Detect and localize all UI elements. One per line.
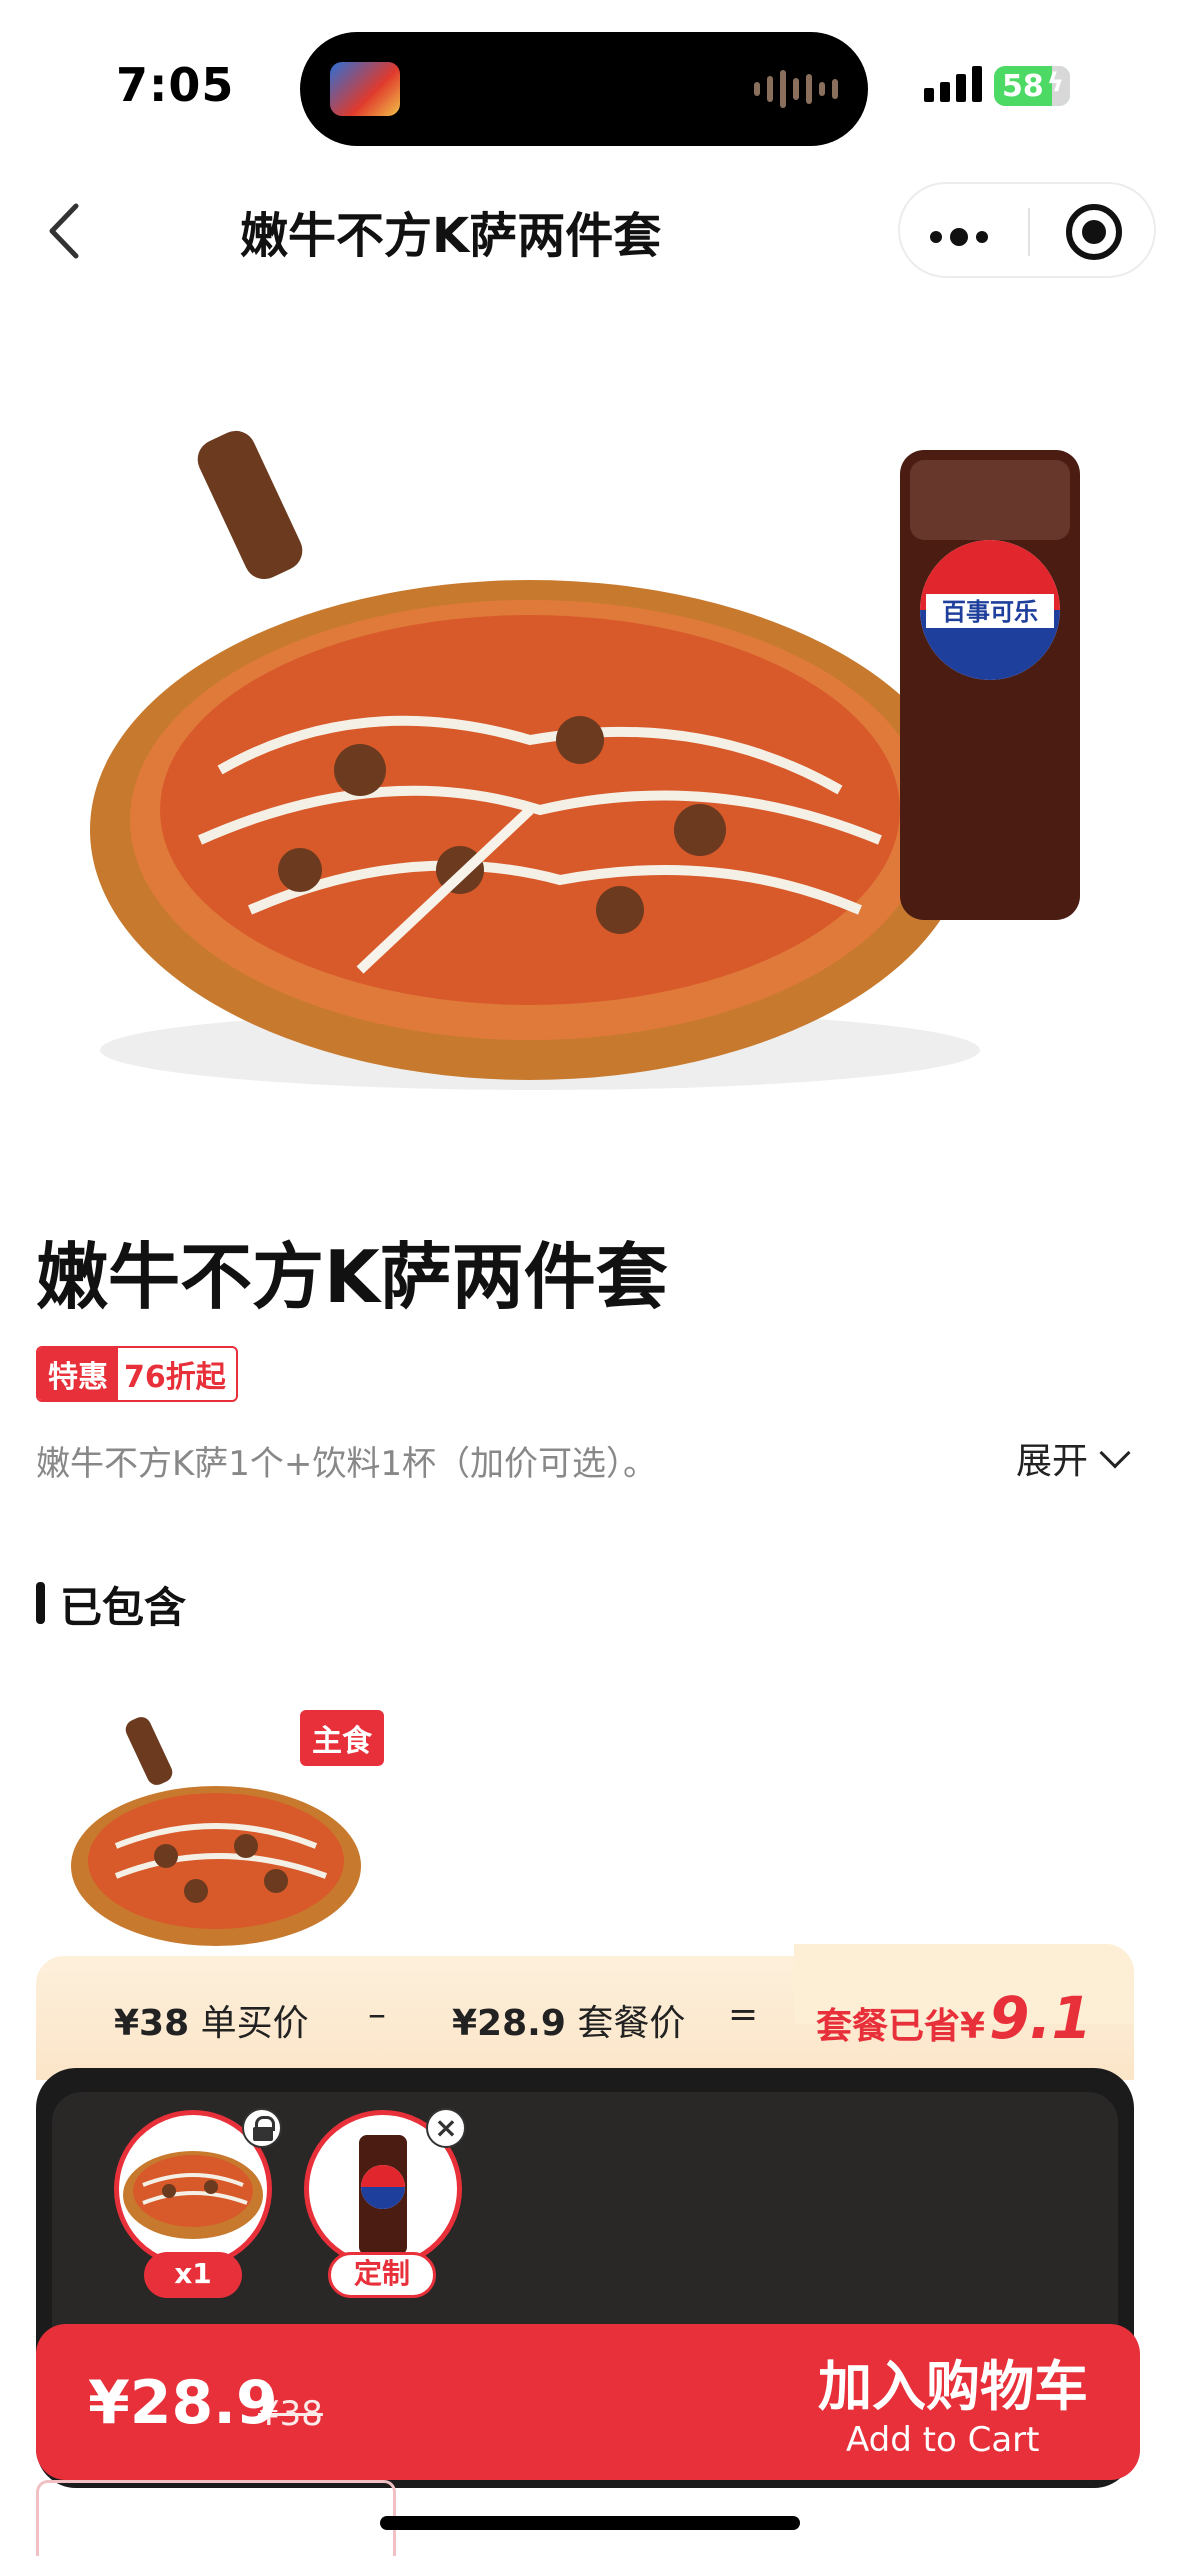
drink-option-card[interactable] [790, 2480, 1130, 2556]
lock-icon [242, 2108, 282, 2148]
close-miniprogram-icon[interactable] [1066, 204, 1122, 260]
status-time: 7:05 [116, 58, 235, 112]
product-description: 嫩牛不方K萨1个+饮料1杯（加价可选）。 [36, 1444, 658, 1484]
set-price-label: 套餐价 [577, 2003, 686, 2044]
promo-label: 特惠 [38, 1348, 118, 1400]
set-price-group: ¥28.9 套餐价 [452, 1994, 685, 2046]
add-to-cart-bar[interactable]: ¥28.9 ¥38 加入购物车 Add to Cart [36, 2324, 1140, 2480]
add-to-cart-label: 加入购物车 [818, 2355, 1088, 2418]
audio-wave-icon [754, 70, 838, 108]
section-marker [36, 1582, 45, 1624]
page-title: 嫩牛不方K萨两件套 [240, 208, 662, 264]
minus-sign: – [368, 1994, 386, 2035]
back-icon[interactable] [40, 196, 96, 266]
remove-drink-icon[interactable]: × [426, 2108, 466, 2148]
battery-icon: 58 ϟ [994, 66, 1070, 106]
section-title-included: 已包含 [60, 1583, 187, 1632]
product-hero-image: 百事可乐 [60, 410, 1130, 1130]
more-icon[interactable] [930, 228, 988, 246]
promo-value: 76折起 [124, 1360, 226, 1395]
single-price-label: 单买价 [200, 2003, 309, 2044]
cart-price: ¥28.9 [88, 2368, 278, 2438]
set-price: ¥28.9 [452, 2003, 566, 2044]
miniprogram-capsule [898, 182, 1156, 278]
cellular-signal-icon [924, 66, 982, 102]
add-to-cart-label-en: Add to Cart [846, 2420, 1040, 2460]
pizza-quantity: x1 [144, 2252, 242, 2298]
saved-amount: 9.1 [989, 1984, 1092, 2052]
cart-original-price: ¥38 [258, 2394, 323, 2434]
customize-drink-button[interactable]: 定制 [328, 2252, 436, 2298]
promo-badge: 特惠 76折起 [36, 1346, 238, 1402]
dynamic-island [300, 32, 868, 146]
product-title: 嫩牛不方K萨两件套 [36, 1235, 668, 1319]
saved-amount-group: 套餐已省¥ 9.1 [816, 1984, 1092, 2052]
single-price-group: ¥38 单买价 [114, 1994, 309, 2046]
app-icon [330, 62, 400, 116]
main-course-tag: 主食 [300, 1710, 384, 1766]
chevron-down-icon [1099, 1437, 1131, 1469]
single-price: ¥38 [114, 2003, 190, 2044]
savings-bar: ¥38 单买价 – ¥28.9 套餐价 = 套餐已省¥ 9.1 [36, 1944, 1134, 2080]
home-indicator[interactable] [380, 2516, 800, 2530]
svg-text:百事可乐: 百事可乐 [942, 598, 1038, 626]
saved-label: 套餐已省¥ [816, 2006, 986, 2047]
expand-label: 展开 [1016, 1441, 1089, 1482]
battery-level: 58 [1002, 68, 1044, 104]
equals-sign: = [728, 1994, 759, 2035]
drink-option-card[interactable] [36, 2480, 396, 2556]
expand-button[interactable]: 展开 [1016, 1432, 1131, 1484]
